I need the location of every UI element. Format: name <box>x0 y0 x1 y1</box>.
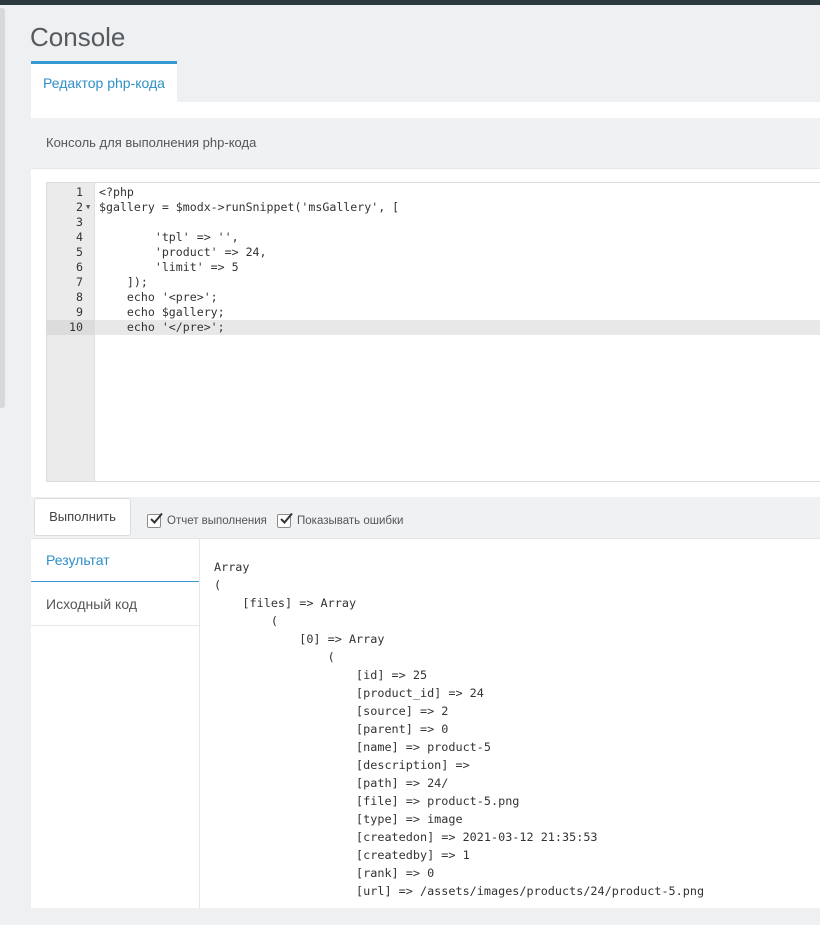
code-text: echo $gallery; <box>99 305 225 319</box>
run-toolbar: Выполнить Отчет выполнения Показывать ош… <box>31 497 820 539</box>
code-lines[interactable]: 1 <?php 2 ▼ $gallery = $modx->runSnippet('ms… <box>47 185 820 335</box>
line-number: 10 <box>47 320 95 335</box>
output-line: ( <box>214 578 222 592</box>
output-line: [name] => product-5 <box>214 740 491 754</box>
output-line: [product_id] => 24 <box>214 686 484 700</box>
code-line[interactable]: 3 <box>47 215 820 230</box>
output-line: [url] => /assets/images/products/24/prod… <box>214 884 705 898</box>
code-text: 'limit' => 5 <box>99 260 239 274</box>
show-errors-checkbox-label: Показывать ошибки <box>297 515 404 527</box>
code-line[interactable]: 10 echo '</pre>'; <box>47 320 820 335</box>
code-line[interactable]: 7 ]); <box>47 275 820 290</box>
output-line: [type] => image <box>214 812 463 826</box>
code-line[interactable]: 2 ▼ $gallery = $modx->runSnippet('msGaller… <box>47 200 820 215</box>
fold-arrow-icon[interactable]: ▼ <box>86 200 90 215</box>
panel-description: Консоль для выполнения php-кода <box>46 135 257 150</box>
checkbox-checked-icon[interactable] <box>277 512 293 528</box>
output-line: [file] => product-5.png <box>214 794 520 808</box>
output-line: [0] => Array <box>214 632 385 646</box>
output-line: ( <box>214 650 335 664</box>
code-text: 'tpl' => '', <box>99 230 239 244</box>
line-number: 5 <box>76 245 83 259</box>
code-line[interactable]: 8 echo '<pre>'; <box>47 290 820 305</box>
panel-header: Консоль для выполнения php-кода <box>31 118 820 169</box>
tab-source-code[interactable]: Исходный код <box>31 582 199 626</box>
line-number: 7 <box>76 275 83 289</box>
line-number: 8 <box>76 290 83 304</box>
code-text: $gallery = $modx->runSnippet('msGallery'… <box>99 200 400 214</box>
code-text: ]); <box>99 275 148 289</box>
checkbox-checked-icon[interactable] <box>147 512 163 528</box>
output-line: [source] => 2 <box>214 704 449 718</box>
execution-output: Array ( [files] => Array ( [0] => Array (… <box>214 558 814 908</box>
run-button[interactable]: Выполнить <box>34 498 131 536</box>
output-line: ( <box>214 614 278 628</box>
output-line: [files] => Array <box>214 596 357 610</box>
code-editor[interactable]: 1 <?php 2 ▼ $gallery = $modx->runSnippet('ms… <box>46 182 820 482</box>
code-text: echo '</pre>'; <box>99 320 225 334</box>
line-number: 9 <box>76 305 83 319</box>
line-number: 3 <box>76 215 83 229</box>
line-number: 2 <box>76 200 83 214</box>
output-line: [rank] => 0 <box>214 866 435 880</box>
output-line: Array <box>214 560 250 574</box>
output-line: [createdby] => 1 <box>214 848 470 862</box>
show-errors-checkbox[interactable]: Показывать ошибки <box>277 512 403 530</box>
code-line[interactable]: 5 'product' => 24, <box>47 245 820 260</box>
result-tabs: Результат Исходный код <box>31 538 200 908</box>
output-line: [id] => 25 <box>214 668 428 682</box>
tab-php-editor[interactable]: Редактор php-кода <box>31 61 177 102</box>
code-line[interactable]: 4 'tpl' => '', <box>47 230 820 245</box>
report-checkbox[interactable]: Отчет выполнения <box>147 512 267 530</box>
output-line: [path] => 24/ <box>214 776 449 790</box>
line-number: 1 <box>76 185 83 199</box>
output-line: [parent] => 0 <box>214 722 449 736</box>
line-number: 4 <box>76 230 83 244</box>
page-title: Console <box>30 22 126 52</box>
output-line: [createdon] => 2021-03-12 21:35:53 <box>214 830 598 844</box>
output-line: [description] => <box>214 758 477 772</box>
code-line[interactable]: 1 <?php <box>47 185 820 200</box>
console-panel: Консоль для выполнения php-кода 1 <?php 2 ▼… <box>31 102 820 908</box>
code-line[interactable]: 9 echo $gallery; <box>47 305 820 320</box>
line-number: 6 <box>76 260 83 274</box>
code-text: echo '<pre>'; <box>99 290 218 304</box>
code-text: <?php <box>99 185 134 199</box>
top-bar <box>0 0 820 5</box>
code-text: 'product' => 24, <box>99 245 267 259</box>
left-sidebar-edge[interactable] <box>0 8 5 408</box>
report-checkbox-label: Отчет выполнения <box>167 515 267 527</box>
code-line[interactable]: 6 'limit' => 5 <box>47 260 820 275</box>
tab-result[interactable]: Результат <box>31 538 199 582</box>
